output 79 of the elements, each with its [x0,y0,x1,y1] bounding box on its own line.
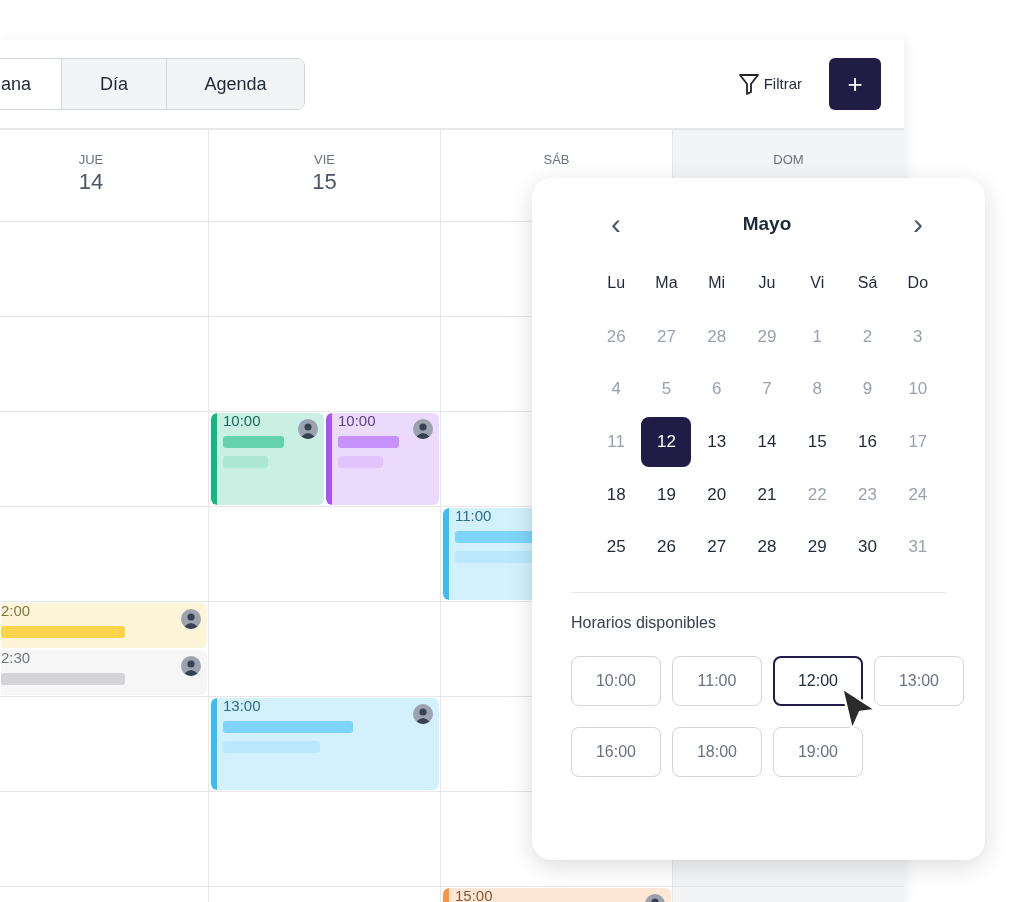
next-month-button[interactable]: › [893,209,943,239]
date-cell[interactable]: 18 [591,469,642,520]
date-cell[interactable]: 30 [842,522,893,573]
date-cell[interactable]: 24 [892,469,943,520]
date-cell[interactable]: 26 [641,522,692,573]
weekday-label: Mi [707,273,727,293]
time-slot-button[interactable]: 11:00 [672,656,762,707]
time-slot-button[interactable]: 16:00 [571,727,661,778]
event-time: 2:00 [1,604,31,618]
event-card[interactable]: 13:00 [211,698,439,790]
filter-button[interactable]: Filtrar [737,72,802,96]
event-time: 10:00 [223,414,261,428]
date-cell[interactable]: 3 [892,311,943,362]
weekday-label: VIE [314,152,335,168]
date-cell[interactable]: 2 [842,311,893,362]
add-button[interactable]: + [829,58,881,110]
date-cell[interactable]: 28 [691,311,742,362]
date-cell[interactable]: 6 [691,364,742,415]
date-cell[interactable]: 29 [742,311,792,362]
weekday-label: Vi [809,273,826,293]
weekday-label: Sá [856,273,879,293]
previous-month-button[interactable]: ‹ [591,209,641,239]
date-cell[interactable]: 29 [792,522,843,573]
weekday-label: Lu [606,273,627,293]
date-cell[interactable]: 1 [792,311,843,362]
month-title: Mayo [742,211,792,236]
date-cell[interactable]: 20 [691,469,742,520]
event-time: 10:00 [338,414,376,428]
filter-icon [737,72,760,96]
date-cell[interactable]: 15 [792,416,843,467]
date-cell[interactable]: 31 [892,522,943,573]
text-placeholder-bar [223,456,269,468]
weekday-label: Ma [654,273,679,293]
event-card[interactable]: 15:00 [443,888,671,902]
weekday-label: Do [906,273,930,293]
date-cell[interactable]: 27 [691,522,742,573]
date-cell[interactable]: 17 [892,416,943,467]
view-tab[interactable]: Día [61,59,167,109]
event-time: 15:00 [455,889,493,902]
date-cell[interactable]: 4 [591,364,642,415]
date-cell[interactable]: 22 [792,469,843,520]
date-cell[interactable]: 5 [641,364,692,415]
weekday-label: JUE [78,152,104,168]
date-cell[interactable]: 12 [641,416,692,467]
date-cell[interactable]: 14 [742,416,792,467]
date-cell[interactable]: 23 [842,469,893,520]
text-placeholder-bar [223,436,284,448]
view-tab[interactable]: Agenda [166,59,305,109]
date-cell[interactable]: 26 [591,311,642,362]
date-cell[interactable]: 10 [892,364,943,415]
event-time: 13:00 [223,699,261,713]
time-slot-button[interactable]: 18:00 [672,727,762,778]
day-number: 15 [312,168,337,196]
time-slot-button[interactable]: 19:00 [773,727,863,778]
date-cell[interactable]: 28 [742,522,792,573]
date-cell[interactable]: 25 [591,522,642,573]
time-slot-button[interactable]: 10:00 [571,656,661,707]
date-cell[interactable]: 27 [641,311,692,362]
section-title: Horarios disponibles [571,613,717,634]
event-time: 11:00 [455,509,492,523]
weekday-label: Ju [757,273,777,293]
event-card[interactable]: 10:00 [211,413,324,505]
date-cell[interactable]: 21 [742,469,792,520]
date-cell[interactable]: 7 [742,364,792,415]
date-cell[interactable]: 9 [842,364,893,415]
date-cell[interactable]: 13 [691,416,742,467]
weekday-label: SÁB [543,152,570,168]
event-card[interactable]: 2:30 [1,650,207,695]
date-cell[interactable]: 16 [842,416,893,467]
time-slot-button[interactable]: 13:00 [874,656,964,707]
day-number: 14 [78,168,104,196]
date-cell[interactable]: 19 [641,469,692,520]
date-cell[interactable]: 8 [792,364,843,415]
weekday-label: DOM [773,152,804,168]
event-time: 2:30 [1,651,31,665]
date-cell[interactable]: 11 [591,416,642,467]
text-placeholder-bar [338,436,399,448]
event-card[interactable]: 2:00 [1,603,207,648]
event-card[interactable]: 10:00 [326,413,439,505]
